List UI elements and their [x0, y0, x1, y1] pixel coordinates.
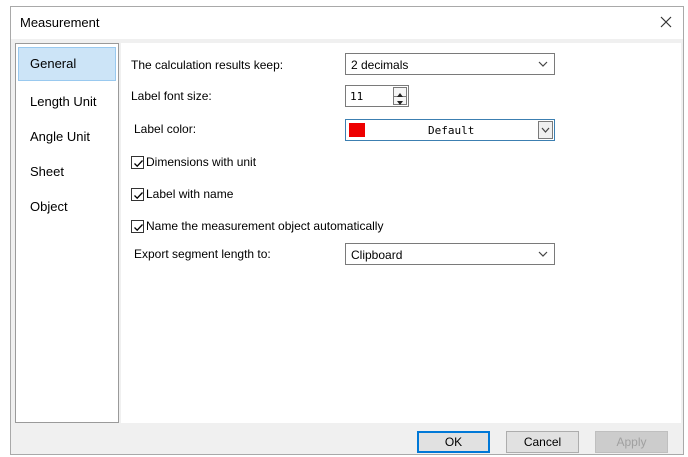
auto-name-label: Name the measurement object automaticall… — [146, 219, 384, 233]
font-size-value: 11 — [350, 90, 364, 103]
font-size-label: Label font size: — [131, 89, 212, 103]
chevron-down-icon — [536, 248, 550, 260]
export-segment-label: Export segment length to: — [134, 247, 271, 261]
checkmark-icon — [131, 219, 144, 233]
font-size-stepper[interactable]: 11 — [345, 85, 409, 107]
decimals-dropdown[interactable]: 2 decimals — [345, 53, 555, 75]
dimensions-with-unit-checkbox[interactable]: Dimensions with unit — [131, 155, 256, 169]
apply-button[interactable]: Apply — [595, 431, 668, 453]
auto-name-checkbox[interactable]: Name the measurement object automaticall… — [131, 219, 383, 233]
calc-results-label: The calculation results keep: — [131, 58, 284, 72]
general-settings-panel: The calculation results keep: 2 decimals… — [121, 43, 681, 423]
chevron-down-icon — [538, 121, 553, 139]
label-color-value: Default — [428, 124, 475, 137]
cancel-button[interactable]: Cancel — [506, 431, 579, 453]
dialog-title: Measurement — [20, 15, 100, 30]
sidebar-item-label: Object — [30, 199, 68, 214]
decimals-value: 2 decimals — [351, 58, 409, 72]
stepper-buttons — [393, 87, 407, 105]
sidebar-item-object[interactable]: Object — [18, 190, 116, 224]
chevron-down-icon — [536, 58, 550, 70]
category-list: General Length Unit Angle Unit Sheet Obj… — [15, 43, 119, 423]
checkmark-icon — [131, 155, 144, 169]
sidebar-item-label: General — [30, 56, 77, 71]
ok-button[interactable]: OK — [417, 431, 490, 453]
sidebar-item-label: Sheet — [30, 164, 64, 179]
sidebar-item-label: Angle Unit — [30, 129, 90, 144]
close-icon[interactable] — [655, 11, 677, 33]
label-color-dropdown[interactable]: Default — [345, 119, 555, 141]
export-target-value: Clipboard — [351, 248, 403, 262]
dimensions-with-unit-label: Dimensions with unit — [146, 155, 257, 169]
sidebar-item-angle-unit[interactable]: Angle Unit — [18, 120, 116, 154]
label-with-name-label: Label with name — [146, 187, 234, 201]
stepper-down-icon[interactable] — [394, 96, 406, 105]
sidebar-item-length-unit[interactable]: Length Unit — [18, 85, 116, 119]
title-bar: Measurement — [11, 7, 683, 39]
label-color-label: Label color: — [134, 122, 197, 136]
label-with-name-checkbox[interactable]: Label with name — [131, 187, 233, 201]
sidebar-item-label: Length Unit — [30, 94, 97, 109]
export-target-dropdown[interactable]: Clipboard — [345, 243, 555, 265]
measurement-dialog: Measurement General Length Unit Angle Un… — [10, 6, 684, 455]
color-swatch — [349, 123, 365, 137]
checkmark-icon — [131, 187, 144, 201]
sidebar-item-sheet[interactable]: Sheet — [18, 155, 116, 189]
sidebar-item-general[interactable]: General — [18, 47, 116, 81]
